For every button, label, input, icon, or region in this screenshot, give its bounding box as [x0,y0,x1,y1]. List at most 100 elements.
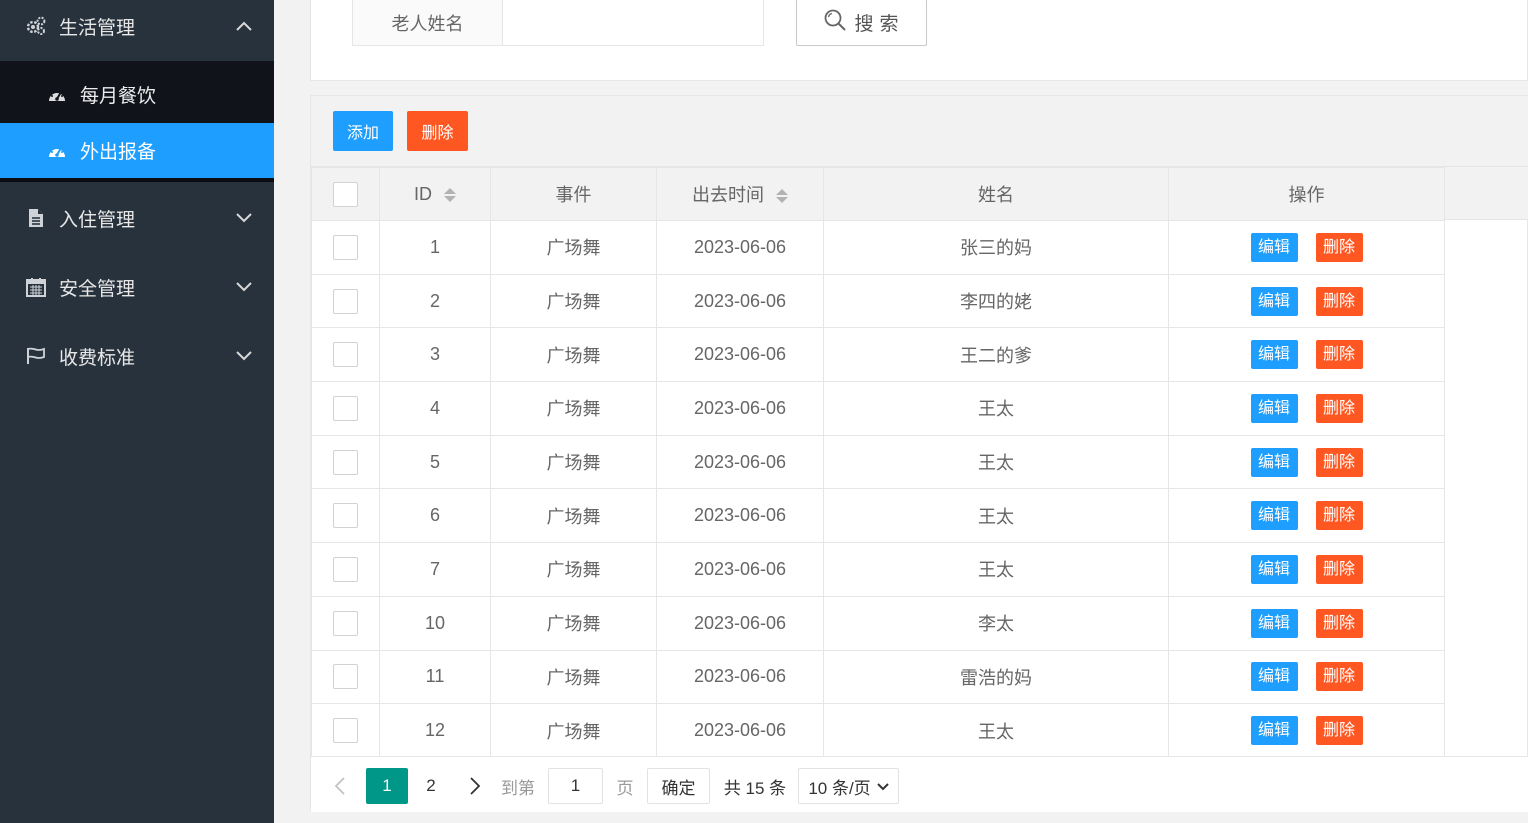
cell-name: 张三的妈 [823,220,1169,275]
cell-id: 6 [379,488,491,544]
nav-group-checkin[interactable]: 入住管理 [0,188,274,248]
row-checkbox[interactable] [333,556,358,582]
delete-button[interactable]: 删除 [1315,447,1363,477]
row-checkbox[interactable] [333,449,358,475]
select-all-checkbox[interactable] [333,181,358,207]
select-all-cell [311,167,380,221]
nav-group-fees[interactable]: 收费标准 [0,326,274,386]
cell-name: 雷浩的妈 [823,649,1169,705]
elder-name-input[interactable] [502,0,764,46]
cell-time: 2023-06-06 [656,434,824,490]
table-body: 1 广场舞 2023-06-06 张三的妈 编辑 删除 2 广场舞 2023-06-06 李四的姥… [311,220,1445,758]
edit-button[interactable]: 编辑 [1250,447,1298,477]
cell-time: 2023-06-06 [656,220,824,275]
nav-group-life[interactable]: 生活管理 [0,0,274,56]
row-checkbox[interactable] [333,610,358,636]
cell-time: 2023-06-06 [656,649,824,705]
sub-item-outing-report[interactable]: 外出报备 [0,123,274,182]
goto-page-input[interactable]: 1 [548,768,603,804]
submenu-life: 每月餐饮 外出报备 [0,61,274,182]
edit-button[interactable]: 编辑 [1250,286,1298,316]
row-checkbox[interactable] [333,395,358,421]
edit-button[interactable]: 编辑 [1250,232,1298,262]
cell-event: 广场舞 [490,595,657,651]
cell-ops: 编辑 删除 [1168,703,1445,758]
batch-delete-button[interactable]: 删除 [407,111,468,151]
cell-ops: 编辑 删除 [1168,649,1445,705]
table-row: 6 广场舞 2023-06-06 王太 编辑 删除 [311,488,1445,544]
row-select-cell [311,381,380,436]
edit-button[interactable]: 编辑 [1250,340,1298,370]
next-page-button[interactable] [464,768,486,804]
cell-event: 广场舞 [490,703,657,758]
row-select-cell [311,542,380,597]
chevron-down-icon [234,208,254,228]
edit-button[interactable]: 编辑 [1250,501,1298,531]
search-button[interactable]: 搜 索 [796,0,927,46]
row-checkbox[interactable] [333,288,358,314]
cell-id: 1 [379,220,491,275]
row-checkbox[interactable] [333,234,358,260]
row-select-cell [311,434,380,490]
page-button-1[interactable]: 1 [366,768,408,804]
edit-button[interactable]: 编辑 [1250,716,1298,746]
cell-event: 广场舞 [490,220,657,275]
delete-button[interactable]: 删除 [1315,393,1363,423]
delete-button[interactable]: 删除 [1315,501,1363,531]
row-select-cell [311,488,380,544]
table-row: 3 广场舞 2023-06-06 王二的爹 编辑 删除 [311,327,1445,383]
cell-time: 2023-06-06 [656,595,824,651]
sort-icon[interactable] [776,189,788,204]
pagination: 1 2 到第 1 页 确定 共 15 条 10 条/页 [311,756,1528,812]
edit-button[interactable]: 编辑 [1250,554,1298,584]
table-row: 4 广场舞 2023-06-06 王太 编辑 删除 [311,381,1445,436]
nav-group-safety[interactable]: 安全管理 [0,257,274,317]
cell-id: 3 [379,327,491,383]
row-checkbox[interactable] [333,503,358,529]
sub-item-label: 每月餐饮 [80,85,157,107]
chevron-down-icon [234,346,254,366]
cell-name: 李太 [823,595,1169,651]
page-size-select[interactable]: 10 条/页 [798,768,899,804]
edit-button[interactable]: 编辑 [1250,393,1298,423]
column-header-name: 姓名 [823,167,1169,221]
table-row: 10 广场舞 2023-06-06 李太 编辑 删除 [311,595,1445,651]
cell-id: 4 [379,381,491,436]
table-row: 2 广场舞 2023-06-06 李四的姥 编辑 删除 [311,273,1445,329]
cell-time: 2023-06-06 [656,488,824,544]
edit-button[interactable]: 编辑 [1250,608,1298,638]
delete-button[interactable]: 删除 [1315,232,1363,262]
sub-item-monthly-meals[interactable]: 每月餐饮 [0,67,274,122]
cell-ops: 编辑 删除 [1168,273,1445,329]
row-checkbox[interactable] [333,342,358,368]
column-header-time[interactable]: 出去时间 [656,167,824,221]
row-checkbox[interactable] [333,718,358,744]
delete-button[interactable]: 删除 [1315,608,1363,638]
cell-id: 7 [379,542,491,597]
cell-id: 5 [379,434,491,490]
cell-id: 12 [379,703,491,758]
edit-button[interactable]: 编辑 [1250,662,1298,692]
column-header-id[interactable]: ID [379,167,491,221]
cell-time: 2023-06-06 [656,327,824,383]
delete-button[interactable]: 删除 [1315,662,1363,692]
cell-id: 11 [379,649,491,705]
add-button[interactable]: 添加 [333,111,393,151]
delete-button[interactable]: 删除 [1315,340,1363,370]
delete-button[interactable]: 删除 [1315,716,1363,746]
sort-icon[interactable] [444,187,456,202]
chevron-up-icon [234,16,254,36]
cell-event: 广场舞 [490,542,657,597]
page-button-2[interactable]: 2 [416,768,446,804]
delete-button[interactable]: 删除 [1315,554,1363,584]
row-checkbox[interactable] [333,664,358,690]
main-content: 老人姓名 搜 索 添加 删除 ID 事件 出去时间 姓名 操作 1 广场舞 20… [274,0,1528,823]
goto-confirm-button[interactable]: 确定 [647,768,710,804]
nav-group-label: 安全管理 [59,277,136,300]
cell-ops: 编辑 删除 [1168,488,1445,544]
cell-event: 广场舞 [490,273,657,329]
delete-button[interactable]: 删除 [1315,286,1363,316]
prev-page-button[interactable] [329,768,351,804]
cell-ops: 编辑 删除 [1168,434,1445,490]
table-panel: 添加 删除 ID 事件 出去时间 姓名 操作 1 广场舞 2023-06-06 张三的… [310,95,1528,812]
